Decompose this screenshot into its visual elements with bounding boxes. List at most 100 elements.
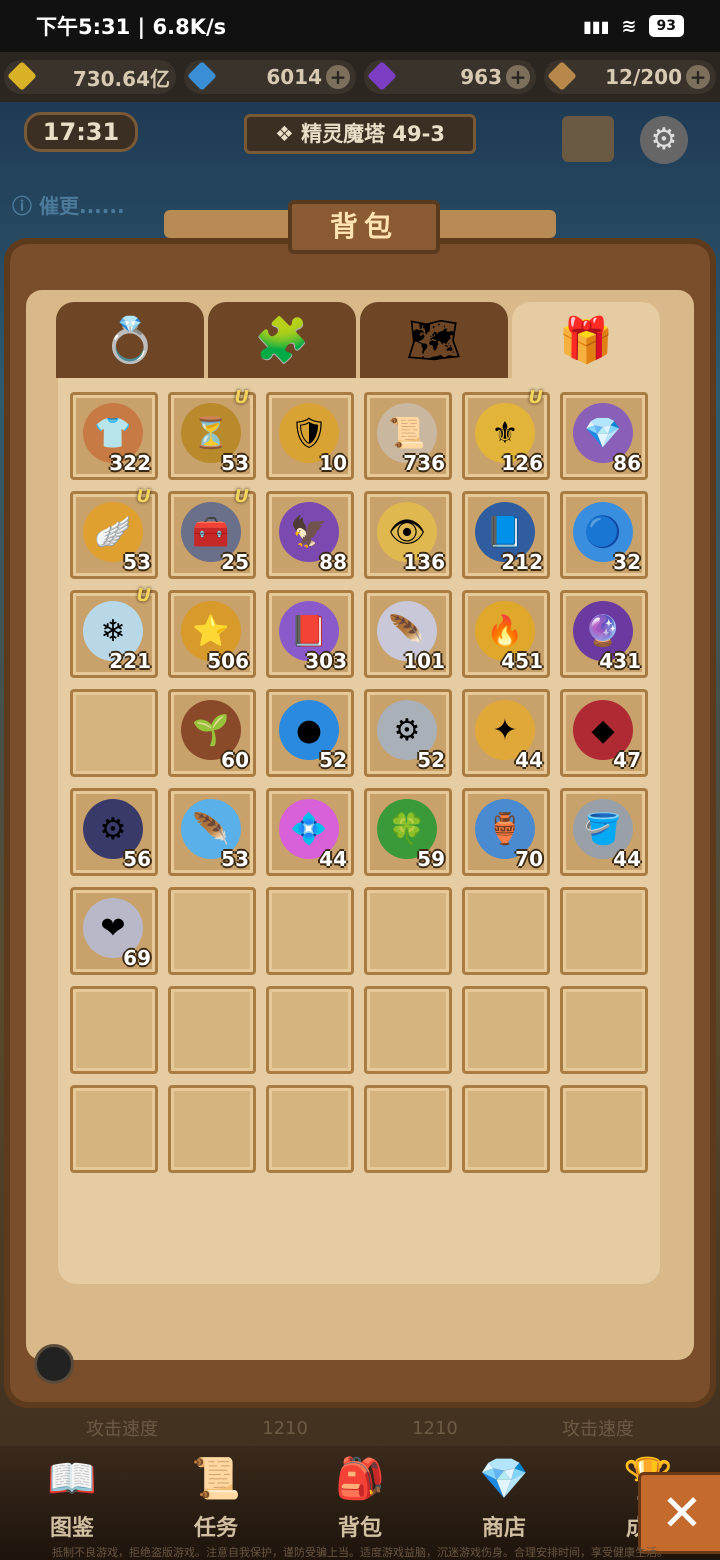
empty-slot[interactable]	[70, 986, 158, 1074]
item-slot[interactable]: 📘 212	[462, 491, 550, 579]
item-count: 53	[123, 550, 151, 574]
floating-dot-button[interactable]	[34, 1344, 74, 1384]
item-slot[interactable]: 💎 86	[560, 392, 648, 480]
empty-slot[interactable]	[364, 986, 452, 1074]
empty-slot[interactable]	[462, 986, 550, 1074]
item-count: 32	[613, 550, 641, 574]
item-count: 47	[613, 748, 641, 772]
item-count: 44	[613, 847, 641, 871]
item-slot[interactable]: ⏳ 53 U	[168, 387, 256, 480]
item-slot[interactable]: 🪣 44	[560, 788, 648, 876]
empty-slot[interactable]	[560, 1085, 648, 1173]
item-slot[interactable]: 📜 736	[364, 392, 452, 480]
empty-slot[interactable]	[266, 1085, 354, 1173]
item-count: 736	[403, 451, 445, 475]
empty-slot[interactable]	[168, 1085, 256, 1173]
status-bar: 下午5:31 | 6.8K/s ▮▮▮ ≋ 93	[0, 0, 720, 52]
empty-slot[interactable]	[364, 887, 452, 975]
add-resource-button[interactable]: +	[326, 65, 350, 89]
nav-backpack[interactable]: 🎒 背包	[295, 1446, 425, 1560]
item-count: 136	[403, 550, 445, 574]
item-slot[interactable]: 👕 322	[70, 392, 158, 480]
unique-badge: U	[528, 387, 543, 408]
nav-label: 背包	[337, 1516, 382, 1541]
item-slot[interactable]: 🪶 101	[364, 590, 452, 678]
item-slot[interactable]: 🦅 88	[266, 491, 354, 579]
item-count: 322	[109, 451, 151, 475]
item-slot[interactable]: 🪽 53 U	[70, 486, 158, 579]
item-slot[interactable]: ⚙ 56	[70, 788, 158, 876]
stage-selector[interactable]: ❖ 精灵魔塔 49-3	[244, 114, 476, 154]
resource-gem-icon	[367, 61, 397, 91]
empty-slot[interactable]	[266, 986, 354, 1074]
empty-slot[interactable]	[266, 887, 354, 975]
tab-map[interactable]: 🗺	[360, 302, 508, 378]
empty-slot[interactable]	[462, 887, 550, 975]
item-count: 10	[319, 451, 347, 475]
item-slot[interactable]: ✦ 44	[462, 689, 550, 777]
item-count: 52	[319, 748, 347, 772]
item-count: 53	[221, 847, 249, 871]
item-slot[interactable]: 📕 303	[266, 590, 354, 678]
item-count: 86	[613, 451, 641, 475]
empty-slot[interactable]	[462, 1085, 550, 1173]
item-slot[interactable]: ❤ 69	[70, 887, 158, 975]
item-slot[interactable]: 🔵 32	[560, 491, 648, 579]
empty-slot[interactable]	[70, 1085, 158, 1173]
item-slot[interactable]: 🌱 60	[168, 689, 256, 777]
item-slot[interactable]: ❄ 221 U	[70, 585, 158, 678]
resource-0: 730.64亿	[4, 60, 176, 94]
shop-chest-icon: 💎	[479, 1455, 529, 1502]
item-slot[interactable]: 🔥 451	[462, 590, 550, 678]
item-slot[interactable]: ⚜ 126 U	[462, 387, 550, 480]
nav-codex[interactable]: 📖 图鉴	[7, 1446, 137, 1560]
item-slot[interactable]: 🍀 59	[364, 788, 452, 876]
item-count: 44	[515, 748, 543, 772]
tab-ring[interactable]: 💍	[56, 302, 204, 378]
empty-slot[interactable]	[364, 1085, 452, 1173]
add-resource-button[interactable]: +	[506, 65, 530, 89]
treasure-chest-icon: 🎁	[558, 315, 614, 366]
resource-3: 12/200 +	[544, 60, 716, 94]
tab-treasure-chest[interactable]: 🎁	[512, 302, 660, 378]
item-slot[interactable]: 🏺 70	[462, 788, 550, 876]
stats-bar: 攻击速度 1210 1210 攻击速度	[86, 1417, 634, 1441]
item-slot[interactable]: ⭐ 506	[168, 590, 256, 678]
item-count: 126	[501, 451, 543, 475]
quest-scroll-icon: 📜	[191, 1455, 241, 1502]
item-grid: 👕 322 ⏳ 53 U 🛡 10 📜 736 ⚜ 126 U 💎 86 🪽 53 U 🧰 25 U 🦅 88 👁 136 📘 2…	[58, 378, 660, 1284]
urge-text: ⓘ 催更......	[12, 194, 125, 218]
item-slot[interactable]: ● 52	[266, 689, 354, 777]
item-slot[interactable]: 💠 44	[266, 788, 354, 876]
tab-puzzle[interactable]: 🧩	[208, 302, 356, 378]
status-time: 下午5:31 | 6.8K/s	[36, 15, 227, 39]
item-slot[interactable]: 🪶 53	[168, 788, 256, 876]
ring-icon: 💍	[102, 315, 158, 366]
item-slot[interactable]: 🧰 25 U	[168, 486, 256, 579]
item-slot[interactable]: ⚙ 52	[364, 689, 452, 777]
item-count: 60	[221, 748, 249, 772]
empty-slot[interactable]	[70, 689, 158, 777]
empty-slot[interactable]	[168, 986, 256, 1074]
gear-icon[interactable]: ⚙	[640, 116, 688, 164]
item-count: 303	[305, 649, 347, 673]
empty-slot[interactable]	[168, 887, 256, 975]
wifi-icon: ≋	[621, 15, 637, 37]
item-slot[interactable]: 🛡 10	[266, 392, 354, 480]
close-button[interactable]: ✕	[638, 1472, 720, 1554]
empty-slot[interactable]	[560, 887, 648, 975]
nav-quest-scroll[interactable]: 📜 任务	[151, 1446, 281, 1560]
health-disclaimer: 抵制不良游戏，拒绝盗版游戏。注意自我保护，谨防受骗上当。适度游戏益脑，沉迷游戏伤…	[52, 1546, 668, 1559]
item-slot[interactable]: 👁 136	[364, 491, 452, 579]
item-count: 88	[319, 550, 347, 574]
empty-slot[interactable]	[560, 986, 648, 1074]
mail-icon[interactable]	[562, 116, 614, 162]
add-resource-button[interactable]: +	[686, 65, 710, 89]
item-count: 52	[417, 748, 445, 772]
unique-badge: U	[234, 486, 249, 507]
item-slot[interactable]: 🔮 431	[560, 590, 648, 678]
item-count: 221	[109, 649, 151, 673]
unique-badge: U	[136, 585, 151, 606]
nav-shop-chest[interactable]: 💎 商店	[439, 1446, 569, 1560]
item-slot[interactable]: ◆ 47	[560, 689, 648, 777]
